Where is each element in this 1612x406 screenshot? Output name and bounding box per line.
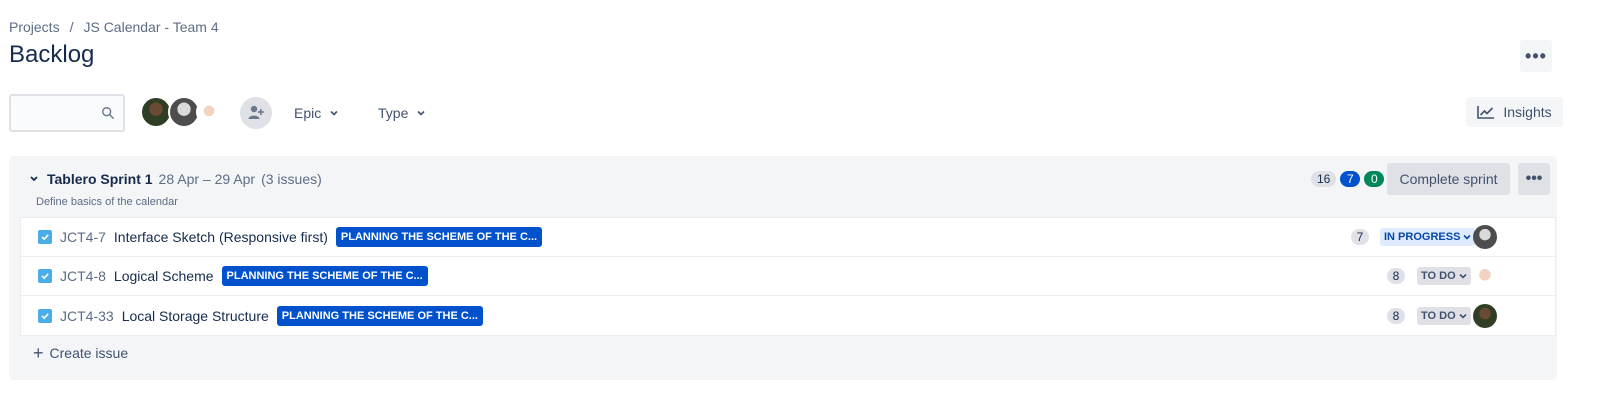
epic-badge[interactable]: PLANNING THE SCHEME OF THE C... [335,227,543,247]
issue-summary[interactable]: Local Storage Structure [122,308,269,324]
status-dropdown[interactable]: TO DO [1417,306,1471,325]
sprint-header[interactable]: Tablero Sprint 1 28 Apr – 29 Apr (3 issu… [29,171,322,187]
more-icon: ••• [1525,170,1543,187]
insights-label: Insights [1503,104,1552,120]
done-count-badge: 0 [1364,171,1385,187]
sprint-issue-count: (3 issues) [261,171,322,187]
add-people-button[interactable] [240,97,272,129]
task-type-icon [38,269,52,283]
chart-trend-icon [1477,106,1495,119]
chevron-down-icon [1459,273,1467,279]
epic-filter-button[interactable]: Epic [294,100,339,126]
chevron-down-icon [1459,313,1467,319]
avatar[interactable] [1473,225,1497,249]
sprint-name: Tablero Sprint 1 [47,171,153,187]
page-more-actions-button[interactable]: ••• [1520,40,1552,72]
avatar[interactable] [196,99,222,125]
status-dropdown[interactable]: TO DO [1417,267,1471,285]
story-points-badge: 7 [1351,229,1369,245]
issue-main: JCT4-7 Interface Sketch (Responsive firs… [60,227,543,247]
search-box [9,94,125,132]
create-issue-label: Create issue [49,345,129,361]
status-dropdown[interactable]: IN PROGRESS [1380,228,1476,246]
status-label: TO DO [1421,309,1456,322]
sprint-status-counts: 16 7 0 [1311,171,1388,187]
sprint-container: Tablero Sprint 1 28 Apr – 29 Apr (3 issu… [9,156,1557,380]
in-progress-count-badge: 7 [1340,171,1361,187]
avatar[interactable] [1473,303,1497,328]
sprint-dates: 28 Apr – 29 Apr [158,171,256,187]
epic-badge[interactable]: PLANNING THE SCHEME OF THE C... [276,305,483,326]
chevron-down-icon[interactable] [29,174,39,184]
breadcrumb-projects[interactable]: Projects [9,19,60,35]
chevron-down-icon [417,110,425,116]
breadcrumb-separator: / [69,19,74,35]
issue-key[interactable]: JCT4-8 [60,268,106,284]
page-title: Backlog [9,41,95,68]
issue-list: JCT4-7 Interface Sketch (Responsive firs… [20,217,1556,336]
create-issue-button[interactable]: + Create issue [33,343,129,363]
breadcrumb: Projects / JS Calendar - Team 4 [9,19,219,35]
more-icon: ••• [1525,45,1547,66]
status-label: IN PROGRESS [1384,231,1461,243]
complete-sprint-button[interactable]: Complete sprint [1387,163,1510,195]
issue-key[interactable]: JCT4-7 [60,229,106,245]
chevron-down-icon [1463,234,1471,240]
add-person-icon [248,105,264,119]
epic-badge[interactable]: PLANNING THE SCHEME OF THE C... [221,266,428,286]
issue-summary[interactable]: Interface Sketch (Responsive first) [114,229,328,245]
insights-button[interactable]: Insights [1466,97,1563,127]
issue-key[interactable]: JCT4-33 [60,308,114,324]
epic-filter-label: Epic [294,105,322,121]
story-points-badge: 8 [1387,307,1405,324]
todo-count-badge: 16 [1311,171,1337,187]
chevron-down-icon [330,110,338,116]
task-type-icon [38,308,52,323]
search-icon [102,107,114,119]
type-filter-label: Type [378,105,409,121]
issue-main: JCT4-8 Logical Scheme PLANNING THE SCHEM… [60,266,428,286]
table-row[interactable]: JCT4-33 Local Storage Structure PLANNING… [21,296,1555,335]
plus-icon: + [33,343,44,363]
search-input[interactable] [11,96,95,130]
issue-main: JCT4-33 Local Storage Structure PLANNING… [60,305,483,326]
breadcrumb-project-name[interactable]: JS Calendar - Team 4 [83,19,218,35]
table-row[interactable]: JCT4-7 Interface Sketch (Responsive firs… [21,218,1555,257]
assignee-filter-avatars [140,96,222,128]
sprint-goal: Define basics of the calendar [36,196,178,208]
table-row[interactable]: JCT4-8 Logical Scheme PLANNING THE SCHEM… [21,257,1555,296]
task-type-icon [38,230,52,244]
sprint-more-actions-button[interactable]: ••• [1518,163,1550,195]
issue-summary[interactable]: Logical Scheme [114,268,214,284]
story-points-badge: 8 [1387,268,1405,284]
avatar[interactable] [1473,264,1497,288]
type-filter-button[interactable]: Type [378,100,426,126]
status-label: TO DO [1421,270,1456,282]
